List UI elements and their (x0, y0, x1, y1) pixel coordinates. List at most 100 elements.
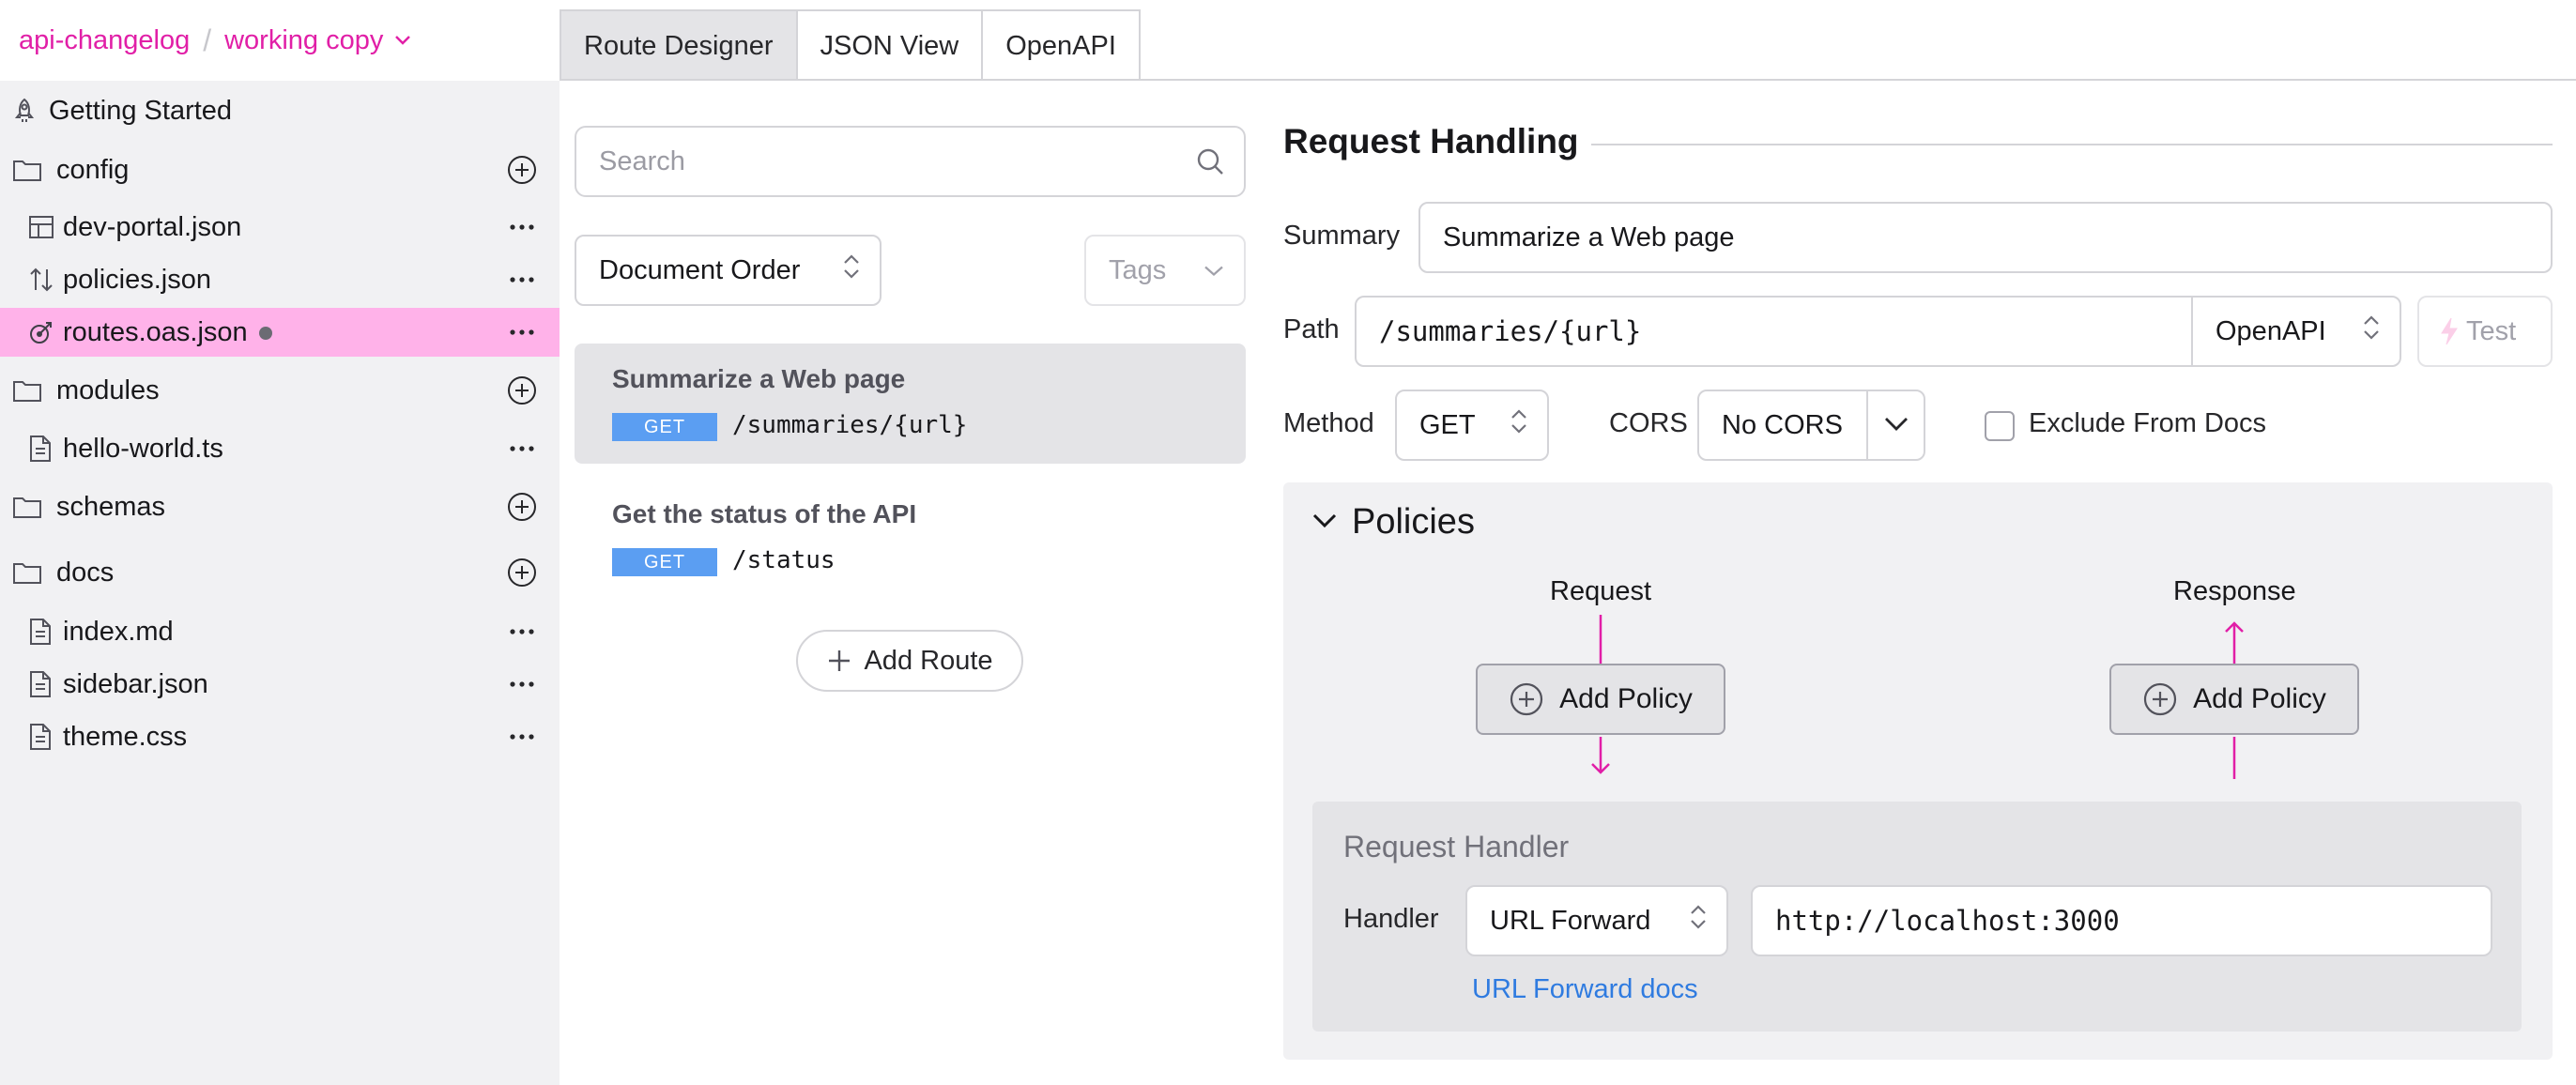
sidebar-item-label: policies.json (63, 264, 211, 295)
tags-placeholder: Tags (1109, 254, 1167, 285)
sidebar-item-label-wrap: routes.oas.json (63, 317, 272, 348)
add-file-icon[interactable] (505, 374, 539, 407)
tags-select[interactable]: Tags (1084, 235, 1246, 306)
sidebar-item-dev-portal[interactable]: dev-portal.json (0, 203, 560, 252)
request-arrow-down-icon (1591, 737, 1610, 774)
lightning-icon (2441, 317, 2458, 345)
url-forward-docs-link[interactable]: URL Forward docs (1472, 974, 1698, 1005)
more-options-icon[interactable] (505, 615, 539, 649)
response-arrow-up-icon (2225, 621, 2244, 664)
summary-label: Summary (1283, 221, 1401, 251)
sidebar-folder-schemas[interactable]: schemas (0, 482, 560, 531)
sidebar-item-label: config (56, 154, 130, 185)
more-options-icon[interactable] (505, 210, 539, 244)
more-options-icon[interactable] (505, 720, 539, 754)
sidebar-item-index[interactable]: index.md (0, 607, 560, 656)
add-file-icon[interactable] (505, 556, 539, 589)
chevron-down-icon[interactable] (1882, 413, 1910, 440)
summary-field[interactable]: Summarize a Web page (1418, 202, 2553, 273)
add-file-icon[interactable] (505, 490, 539, 524)
cors-value: No CORS (1722, 409, 1843, 440)
sort-select[interactable]: Document Order (575, 235, 882, 306)
sidebar-item-label: schemas (56, 491, 166, 522)
tab-route-designer[interactable]: Route Designer (560, 9, 798, 81)
chevron-up-down-icon (1510, 406, 1528, 444)
modified-indicator (258, 326, 272, 340)
add-route-button[interactable]: Add Route (796, 630, 1023, 692)
folder-icon (11, 558, 43, 587)
file-icon (28, 618, 53, 646)
add-policy-label: Add Policy (2193, 683, 2326, 714)
tabs-divider (560, 79, 2576, 81)
project-name-link[interactable]: api-changelog (19, 25, 190, 56)
add-request-policy-button[interactable]: Add Policy (1476, 664, 1725, 735)
sidebar-item-sidebar-json[interactable]: sidebar.json (0, 660, 560, 709)
folder-icon (11, 156, 43, 184)
sidebar-item-getting-started[interactable]: Getting Started (0, 86, 560, 135)
add-route-label: Add Route (864, 645, 993, 676)
sidebar-item-policies[interactable]: policies.json (0, 255, 560, 304)
more-options-icon[interactable] (505, 315, 539, 349)
editor-tabs: Route Designer JSON View OpenAPI (560, 9, 1141, 81)
chevron-down-icon (1203, 255, 1225, 286)
route-item[interactable]: Summarize a Web page GET /summaries/{url… (575, 344, 1246, 464)
route-path: /status (732, 546, 836, 574)
method-select[interactable]: GET (1395, 390, 1549, 461)
file-icon (28, 723, 53, 751)
sidebar-item-label: hello-world.ts (63, 433, 223, 464)
more-options-icon[interactable] (505, 432, 539, 466)
test-button[interactable]: Test (2417, 296, 2553, 367)
exclude-from-docs-checkbox[interactable] (1985, 411, 2015, 441)
handler-label: Handler (1343, 904, 1439, 934)
method-badge: GET (612, 548, 717, 576)
test-label: Test (2466, 315, 2517, 346)
breadcrumb-separator: / (203, 23, 212, 57)
more-options-icon[interactable] (505, 667, 539, 701)
arrows-up-down-icon (28, 266, 54, 294)
sidebar: api-changelog / working copy Getting Sta… (0, 0, 560, 1085)
route-item[interactable]: Get the status of the API GET /status (575, 479, 1246, 599)
path-value: /summaries/{url} (1379, 315, 1642, 347)
sidebar-item-label: modules (56, 374, 160, 405)
policies-title: Policies (1352, 502, 1475, 542)
more-options-icon[interactable] (505, 263, 539, 297)
sidebar-item-routes[interactable]: routes.oas.json (0, 308, 560, 357)
route-title: Get the status of the API (612, 499, 917, 528)
sidebar-item-theme[interactable]: theme.css (0, 712, 560, 761)
sidebar-item-label: Getting Started (49, 95, 233, 126)
search-icon (1195, 146, 1227, 183)
route-path: /summaries/{url} (732, 411, 968, 439)
exclude-from-docs-label: Exclude From Docs (2029, 408, 2267, 438)
add-policy-label: Add Policy (1559, 683, 1693, 714)
sidebar-item-label: sidebar.json (63, 668, 208, 699)
handler-url-value: http://localhost:3000 (1775, 905, 2120, 937)
handler-url-field[interactable]: http://localhost:3000 (1751, 885, 2492, 956)
request-column-label: Request (1550, 576, 1652, 606)
tab-openapi[interactable]: OpenAPI (981, 9, 1141, 81)
sidebar-folder-modules[interactable]: modules (0, 366, 560, 415)
sidebar-item-label: dev-portal.json (63, 211, 242, 242)
folder-icon (11, 376, 43, 405)
sidebar-folder-docs[interactable]: docs (0, 548, 560, 597)
route-target-icon (28, 318, 54, 346)
folder-icon (11, 493, 43, 521)
route-search[interactable] (575, 126, 1246, 197)
sidebar-item-label: index.md (63, 616, 174, 647)
tab-json-view[interactable]: JSON View (795, 9, 984, 81)
request-handling-title: Request Handling (1283, 122, 1579, 160)
path-field[interactable]: /summaries/{url} (1355, 296, 2193, 367)
sidebar-folder-config[interactable]: config (0, 145, 560, 194)
chevron-down-icon[interactable] (1311, 510, 1339, 537)
handler-type-select[interactable]: URL Forward (1465, 885, 1728, 956)
plus-circle-icon (2144, 682, 2177, 716)
branch-selector[interactable]: working copy (224, 25, 383, 56)
rocket-icon (11, 97, 38, 125)
sidebar-item-hello-world[interactable]: hello-world.ts (0, 424, 560, 473)
search-input[interactable] (599, 145, 1162, 177)
add-response-policy-button[interactable]: Add Policy (2109, 664, 2359, 735)
path-mode-select[interactable]: OpenAPI (2191, 296, 2401, 367)
response-column-label: Response (2173, 576, 2296, 606)
path-label: Path (1283, 314, 1340, 344)
chevron-down-icon[interactable] (392, 30, 413, 51)
add-file-icon[interactable] (505, 153, 539, 187)
